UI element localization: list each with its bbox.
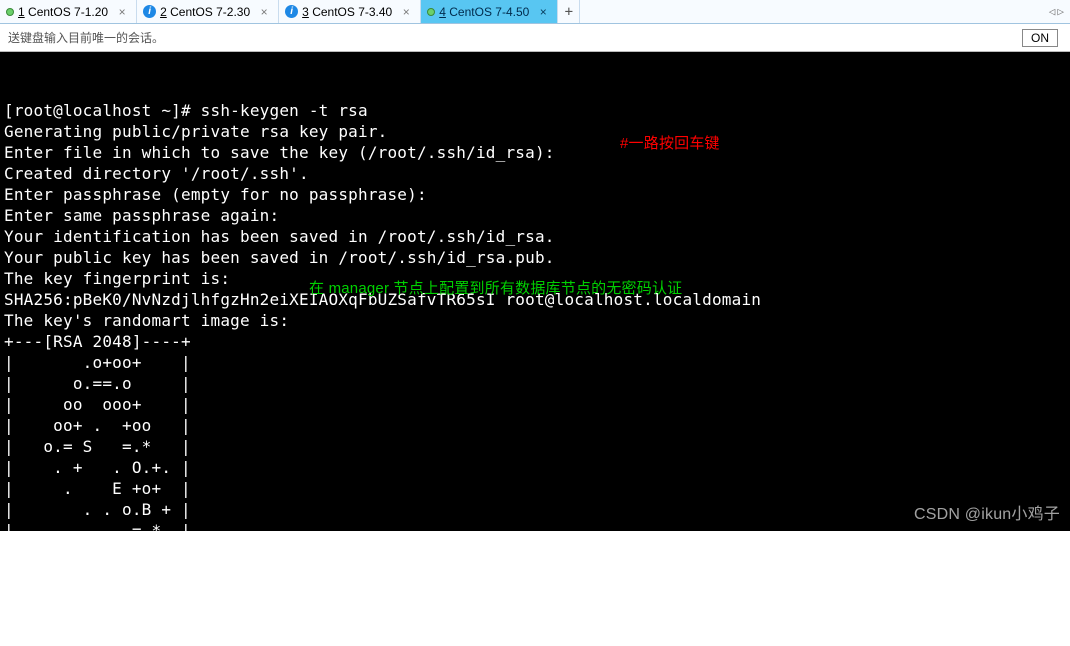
close-icon[interactable]: × [537, 5, 549, 19]
tab-label: 3 CentOS 7-3.40 [302, 5, 392, 19]
tab-centos-1[interactable]: 1 CentOS 7-1.20 × [0, 0, 137, 23]
watermark-text: CSDN @ikun小鸡子 [914, 504, 1060, 525]
info-icon: i [285, 5, 298, 18]
close-icon[interactable]: × [400, 5, 412, 19]
tab-nav: ◁ ▷ [1043, 0, 1070, 23]
tab-centos-4[interactable]: 4 CentOS 7-4.50 × [421, 0, 558, 23]
infobar-text: 送键盘输入目前唯一的会话。 [8, 29, 164, 46]
tab-bar: 1 CentOS 7-1.20 × i 2 CentOS 7-2.30 × i … [0, 0, 1070, 24]
tab-next-icon[interactable]: ▷ [1057, 5, 1064, 18]
info-icon: i [143, 5, 156, 18]
status-dot-icon [427, 8, 435, 16]
close-icon[interactable]: × [116, 5, 128, 19]
annotation-red: #一路按回车键 [620, 133, 720, 154]
tab-label: 4 CentOS 7-4.50 [439, 5, 529, 19]
tab-centos-3[interactable]: i 3 CentOS 7-3.40 × [279, 0, 421, 23]
terminal-text: [root@localhost ~]# ssh-keygen -t rsa Ge… [4, 100, 1066, 562]
tab-spacer [580, 0, 1042, 23]
close-icon[interactable]: × [258, 5, 270, 19]
add-tab-button[interactable]: + [558, 0, 580, 23]
annotation-green: 在 manager 节点上配置到所有数据库节点的无密码认证 [309, 278, 682, 299]
tab-label: 2 CentOS 7-2.30 [160, 5, 250, 19]
info-bar: 送键盘输入目前唯一的会话。 ON [0, 24, 1070, 52]
tab-label: 1 CentOS 7-1.20 [18, 5, 108, 19]
status-dot-icon [6, 8, 14, 16]
terminal-output[interactable]: [root@localhost ~]# ssh-keygen -t rsa Ge… [0, 52, 1070, 531]
tab-prev-icon[interactable]: ◁ [1049, 5, 1056, 18]
on-toggle-button[interactable]: ON [1022, 29, 1058, 47]
tab-centos-2[interactable]: i 2 CentOS 7-2.30 × [137, 0, 279, 23]
